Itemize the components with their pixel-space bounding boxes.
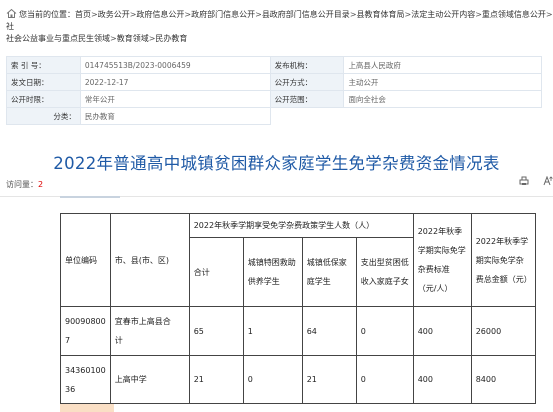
cell-poor: 1 <box>242 306 303 356</box>
cell-amount: 26000 <box>470 306 536 356</box>
meta-publisher-value: 上高县人民政府 <box>343 56 542 74</box>
cell-county: 宜春市上高县合计 <box>109 306 190 356</box>
meta-method-value: 主动公开 <box>343 73 542 91</box>
breadcrumb-item[interactable]: 首页 <box>75 10 91 19</box>
cell-total: 21 <box>188 355 244 404</box>
col-header-lowincome: 城镇低保家庭学生 <box>301 237 357 307</box>
breadcrumb-item[interactable]: 民办教育 <box>155 34 187 43</box>
meta-date-value: 2022-12-17 <box>79 73 271 91</box>
breadcrumb-item[interactable]: 政务公开 <box>98 10 130 19</box>
breadcrumb-item[interactable]: 政府部门信息公开 <box>191 10 255 19</box>
col-header-support: 支出型贫困低收入家庭子女 <box>355 237 414 307</box>
breadcrumb-item[interactable]: 县教育体育局 <box>357 10 405 19</box>
visit-count: 访问量：2 <box>6 179 43 190</box>
document-meta-table: 索 引 号： 014745513B/2023-0006459 发布机构： 上高县… <box>6 56 542 125</box>
col-header-county: 市、县(市、区) <box>109 213 190 307</box>
visit-count-label: 访问量： <box>6 180 38 189</box>
meta-index-label: 索 引 号： <box>6 56 81 74</box>
table-row: 90090800 7 宜春市上高县合计 65 1 64 0 400 26000 <box>60 306 536 356</box>
meta-empty-cell <box>343 107 542 125</box>
meta-publisher-label: 发布机构： <box>269 56 345 74</box>
cell-poor: 0 <box>242 355 303 404</box>
breadcrumb-item[interactable]: 政府信息公开 <box>136 10 184 19</box>
cell-amount: 8400 <box>470 355 536 404</box>
col-header-poor: 城镇特困救助供养学生 <box>242 237 303 307</box>
meta-scope-label: 公开范围： <box>269 90 345 108</box>
breadcrumb-item-truncated[interactable]: 社 <box>6 22 14 31</box>
meta-method-label: 公开方式： <box>269 73 345 91</box>
col-header-total: 合计 <box>188 237 244 307</box>
home-icon <box>6 8 17 19</box>
font-size-icon[interactable] <box>543 175 553 189</box>
breadcrumb-item[interactable]: 教育领域 <box>117 34 149 43</box>
page-title: 2022年普通高中城镇贫困群众家庭学生免学杂费资金情况表 <box>53 154 500 173</box>
breadcrumb-item[interactable]: 社会公益事业与重点民生领域 <box>6 34 110 43</box>
print-icon[interactable] <box>519 176 529 189</box>
visit-count-value: 2 <box>38 180 44 189</box>
breadcrumb: 您当前的位置：首页>政务公开>政府信息公开>政府部门信息公开>县政府部门信息公开… <box>6 8 553 43</box>
meta-scope-value: 面向全社会 <box>343 90 542 108</box>
meta-empty-cell <box>269 107 345 125</box>
cell-standard: 400 <box>412 355 472 404</box>
breadcrumb-item[interactable]: 重点领域信息公开 <box>482 10 546 19</box>
table-row: 34360100 36 上高中学 21 0 21 0 400 8400 <box>60 355 536 404</box>
cell-total: 65 <box>188 306 244 356</box>
meta-date-label: 发文日期： <box>6 73 81 91</box>
meta-period-value: 常年公开 <box>79 90 271 108</box>
col-header-amount: 2022年秋季学期实际免学杂费总金额（元） <box>470 213 536 307</box>
cell-lowincome: 21 <box>301 355 357 404</box>
cell-standard: 400 <box>412 306 472 356</box>
cell-support: 0 <box>355 306 414 356</box>
cell-county: 上高中学 <box>109 355 190 404</box>
cell-unit: 90090800 7 <box>60 306 111 356</box>
next-row-highlight <box>60 404 114 412</box>
article-tools <box>505 175 553 189</box>
funding-table: 单位编码 市、县(市、区) 2022年秋季学期享受免学杂费政策学生人数（人） 2… <box>60 213 536 404</box>
divider-accent <box>60 196 120 198</box>
col-header-unit: 单位编码 <box>60 213 111 307</box>
meta-index-value: 014745513B/2023-0006459 <box>79 56 271 74</box>
meta-category-label: 分类： <box>6 107 81 125</box>
cell-lowincome: 64 <box>301 306 357 356</box>
col-header-standard: 2022年秋季学期实际免学杂费标准（元/人） <box>412 213 472 307</box>
col-group-header: 2022年秋季学期享受免学杂费政策学生人数（人） <box>188 213 414 238</box>
cell-unit: 34360100 36 <box>60 355 111 404</box>
breadcrumb-item[interactable]: 法定主动公开内容 <box>411 10 475 19</box>
cell-support: 0 <box>355 355 414 404</box>
breadcrumb-prefix: 您当前的位置： <box>19 10 75 19</box>
meta-category-value: 民办教育 <box>79 107 271 125</box>
meta-period-label: 公开时限： <box>6 90 81 108</box>
breadcrumb-item[interactable]: 县政府部门信息公开目录 <box>262 10 350 19</box>
